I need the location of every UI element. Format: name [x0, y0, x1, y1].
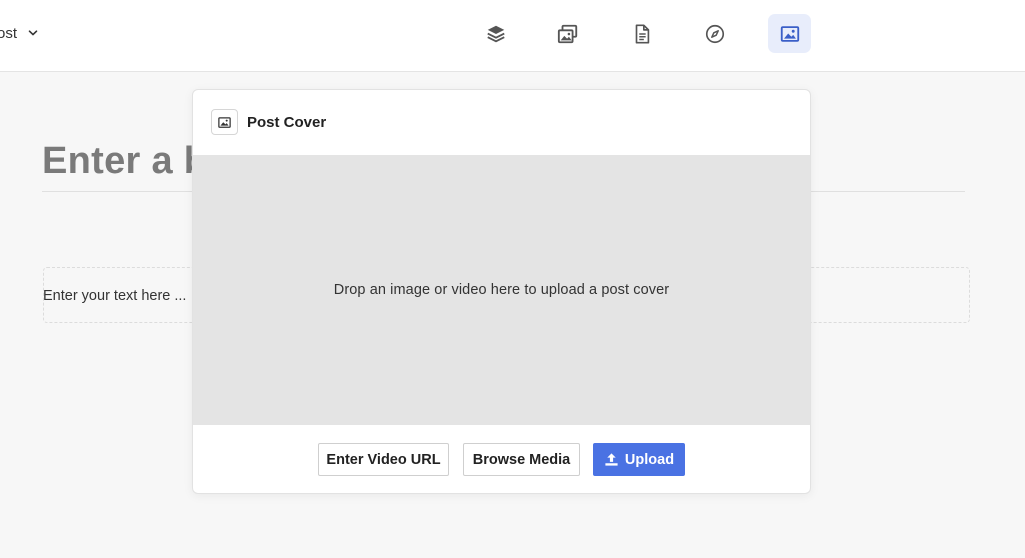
post-body-placeholder: Enter your text here ...	[43, 288, 187, 304]
dropzone-text: Drop an image or video here to upload a …	[333, 282, 670, 298]
compass-button[interactable]	[693, 14, 736, 53]
upload-icon	[605, 453, 618, 466]
media-gallery-icon	[557, 24, 577, 43]
layers-button[interactable]	[474, 14, 517, 53]
chevron-down-icon	[28, 30, 38, 36]
cover-dropzone[interactable]: Drop an image or video here to upload a …	[193, 155, 810, 425]
post-cover-icon-box	[211, 109, 238, 135]
post-cover-actions: Enter Video URL Browse Media Upload	[193, 425, 810, 493]
enter-video-url-button[interactable]: Enter Video URL	[318, 443, 449, 476]
post-cover-header: Post Cover	[193, 90, 810, 155]
browse-media-button[interactable]: Browse Media	[463, 443, 580, 476]
post-cover-title: Post Cover	[247, 114, 327, 131]
top-bar: ost	[0, 0, 1025, 72]
compass-icon	[705, 24, 724, 43]
upload-label: Upload	[624, 451, 675, 468]
post-type-dropdown[interactable]: ost	[0, 23, 39, 43]
post-title-input[interactable]: Enter a b	[42, 140, 207, 183]
post-type-label: ost	[0, 24, 18, 42]
document-button[interactable]	[620, 14, 663, 53]
image-icon	[218, 116, 231, 128]
media-gallery-button[interactable]	[546, 14, 589, 53]
post-cover-panel: Post Cover Drop an image or video here t…	[192, 89, 811, 494]
image-icon	[780, 25, 799, 42]
document-icon	[635, 23, 649, 44]
image-button[interactable]	[768, 14, 811, 53]
layers-icon	[486, 25, 505, 42]
upload-button[interactable]: Upload	[593, 443, 685, 476]
